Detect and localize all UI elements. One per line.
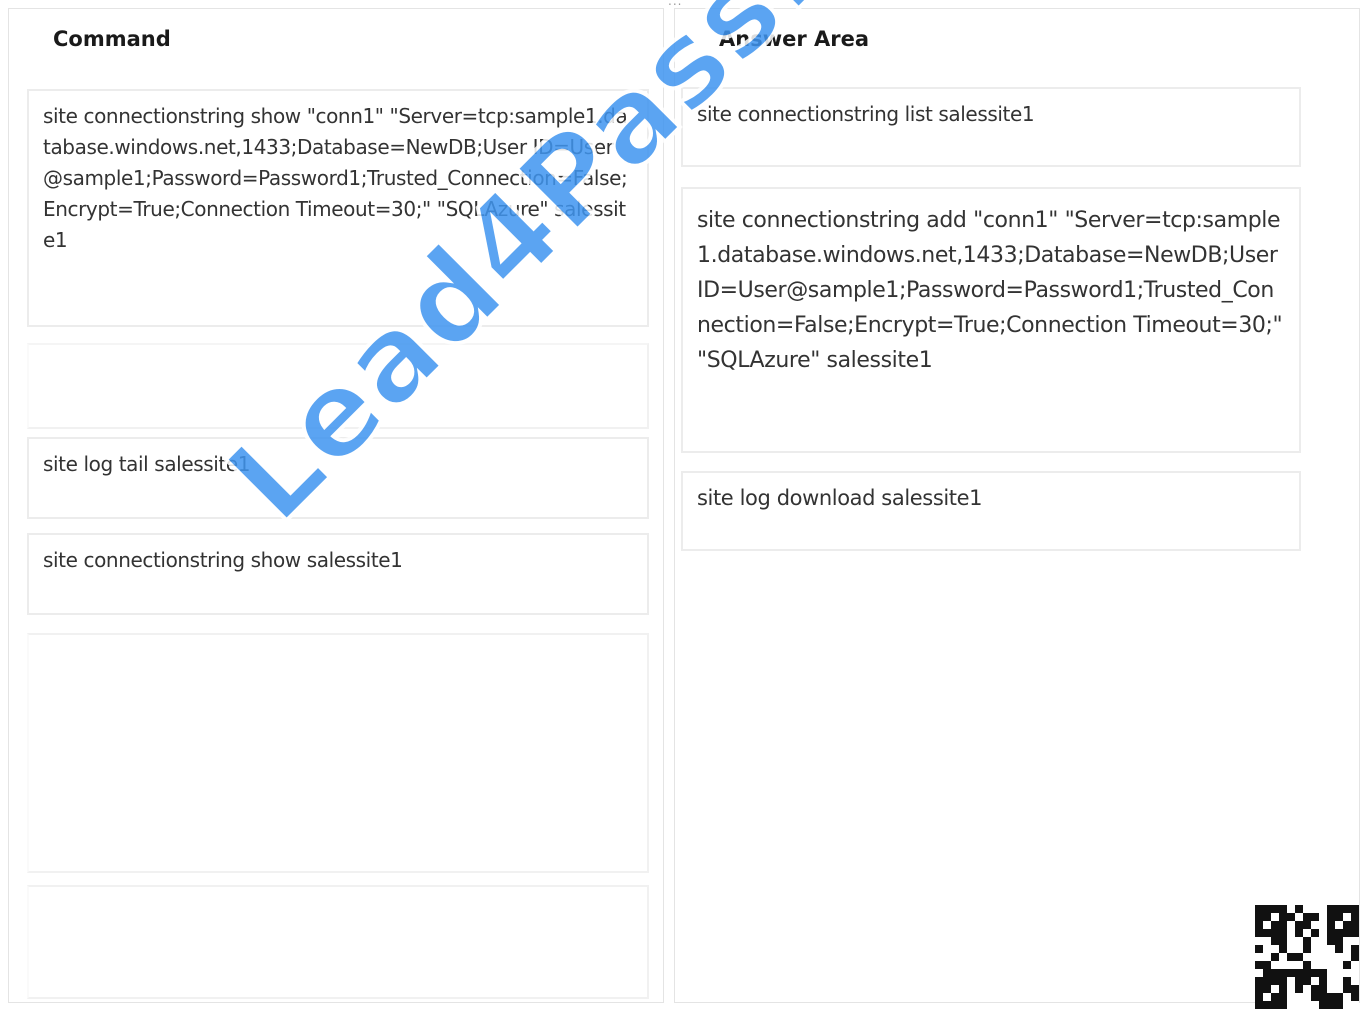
answer-item-text: site connectionstring list salessite1 bbox=[697, 102, 1035, 126]
command-panel: Command site connectionstring show "conn… bbox=[8, 8, 664, 1003]
command-empty-slot[interactable] bbox=[27, 343, 649, 429]
command-item-connectionstring-show-conn1[interactable]: site connectionstring show "conn1" "Serv… bbox=[27, 89, 649, 327]
command-empty-slot[interactable] bbox=[27, 885, 649, 999]
answer-panel: Answer Area site connectionstring list s… bbox=[674, 8, 1360, 1003]
command-item-text: site connectionstring show salessite1 bbox=[43, 548, 403, 572]
answer-item-connectionstring-add-conn1[interactable]: site connectionstring add "conn1" "Serve… bbox=[681, 187, 1301, 453]
answer-item-log-download[interactable]: site log download salessite1 bbox=[681, 471, 1301, 551]
command-item-text: site log tail salessite1 bbox=[43, 452, 251, 476]
command-empty-slot[interactable] bbox=[27, 633, 649, 873]
top-marker: ... bbox=[668, 0, 683, 8]
command-item-log-tail[interactable]: site log tail salessite1 bbox=[27, 437, 649, 519]
answer-item-text: site log download salessite1 bbox=[697, 486, 983, 510]
answer-item-text: site connectionstring add "conn1" "Serve… bbox=[697, 208, 1283, 373]
command-panel-title: Command bbox=[53, 27, 171, 51]
answer-panel-title: Answer Area bbox=[719, 27, 870, 51]
command-item-connectionstring-show-salessite[interactable]: site connectionstring show salessite1 bbox=[27, 533, 649, 615]
qr-code-icon bbox=[1255, 905, 1359, 1009]
answer-item-connectionstring-list[interactable]: site connectionstring list salessite1 bbox=[681, 87, 1301, 167]
command-item-text: site connectionstring show "conn1" "Serv… bbox=[43, 104, 628, 252]
